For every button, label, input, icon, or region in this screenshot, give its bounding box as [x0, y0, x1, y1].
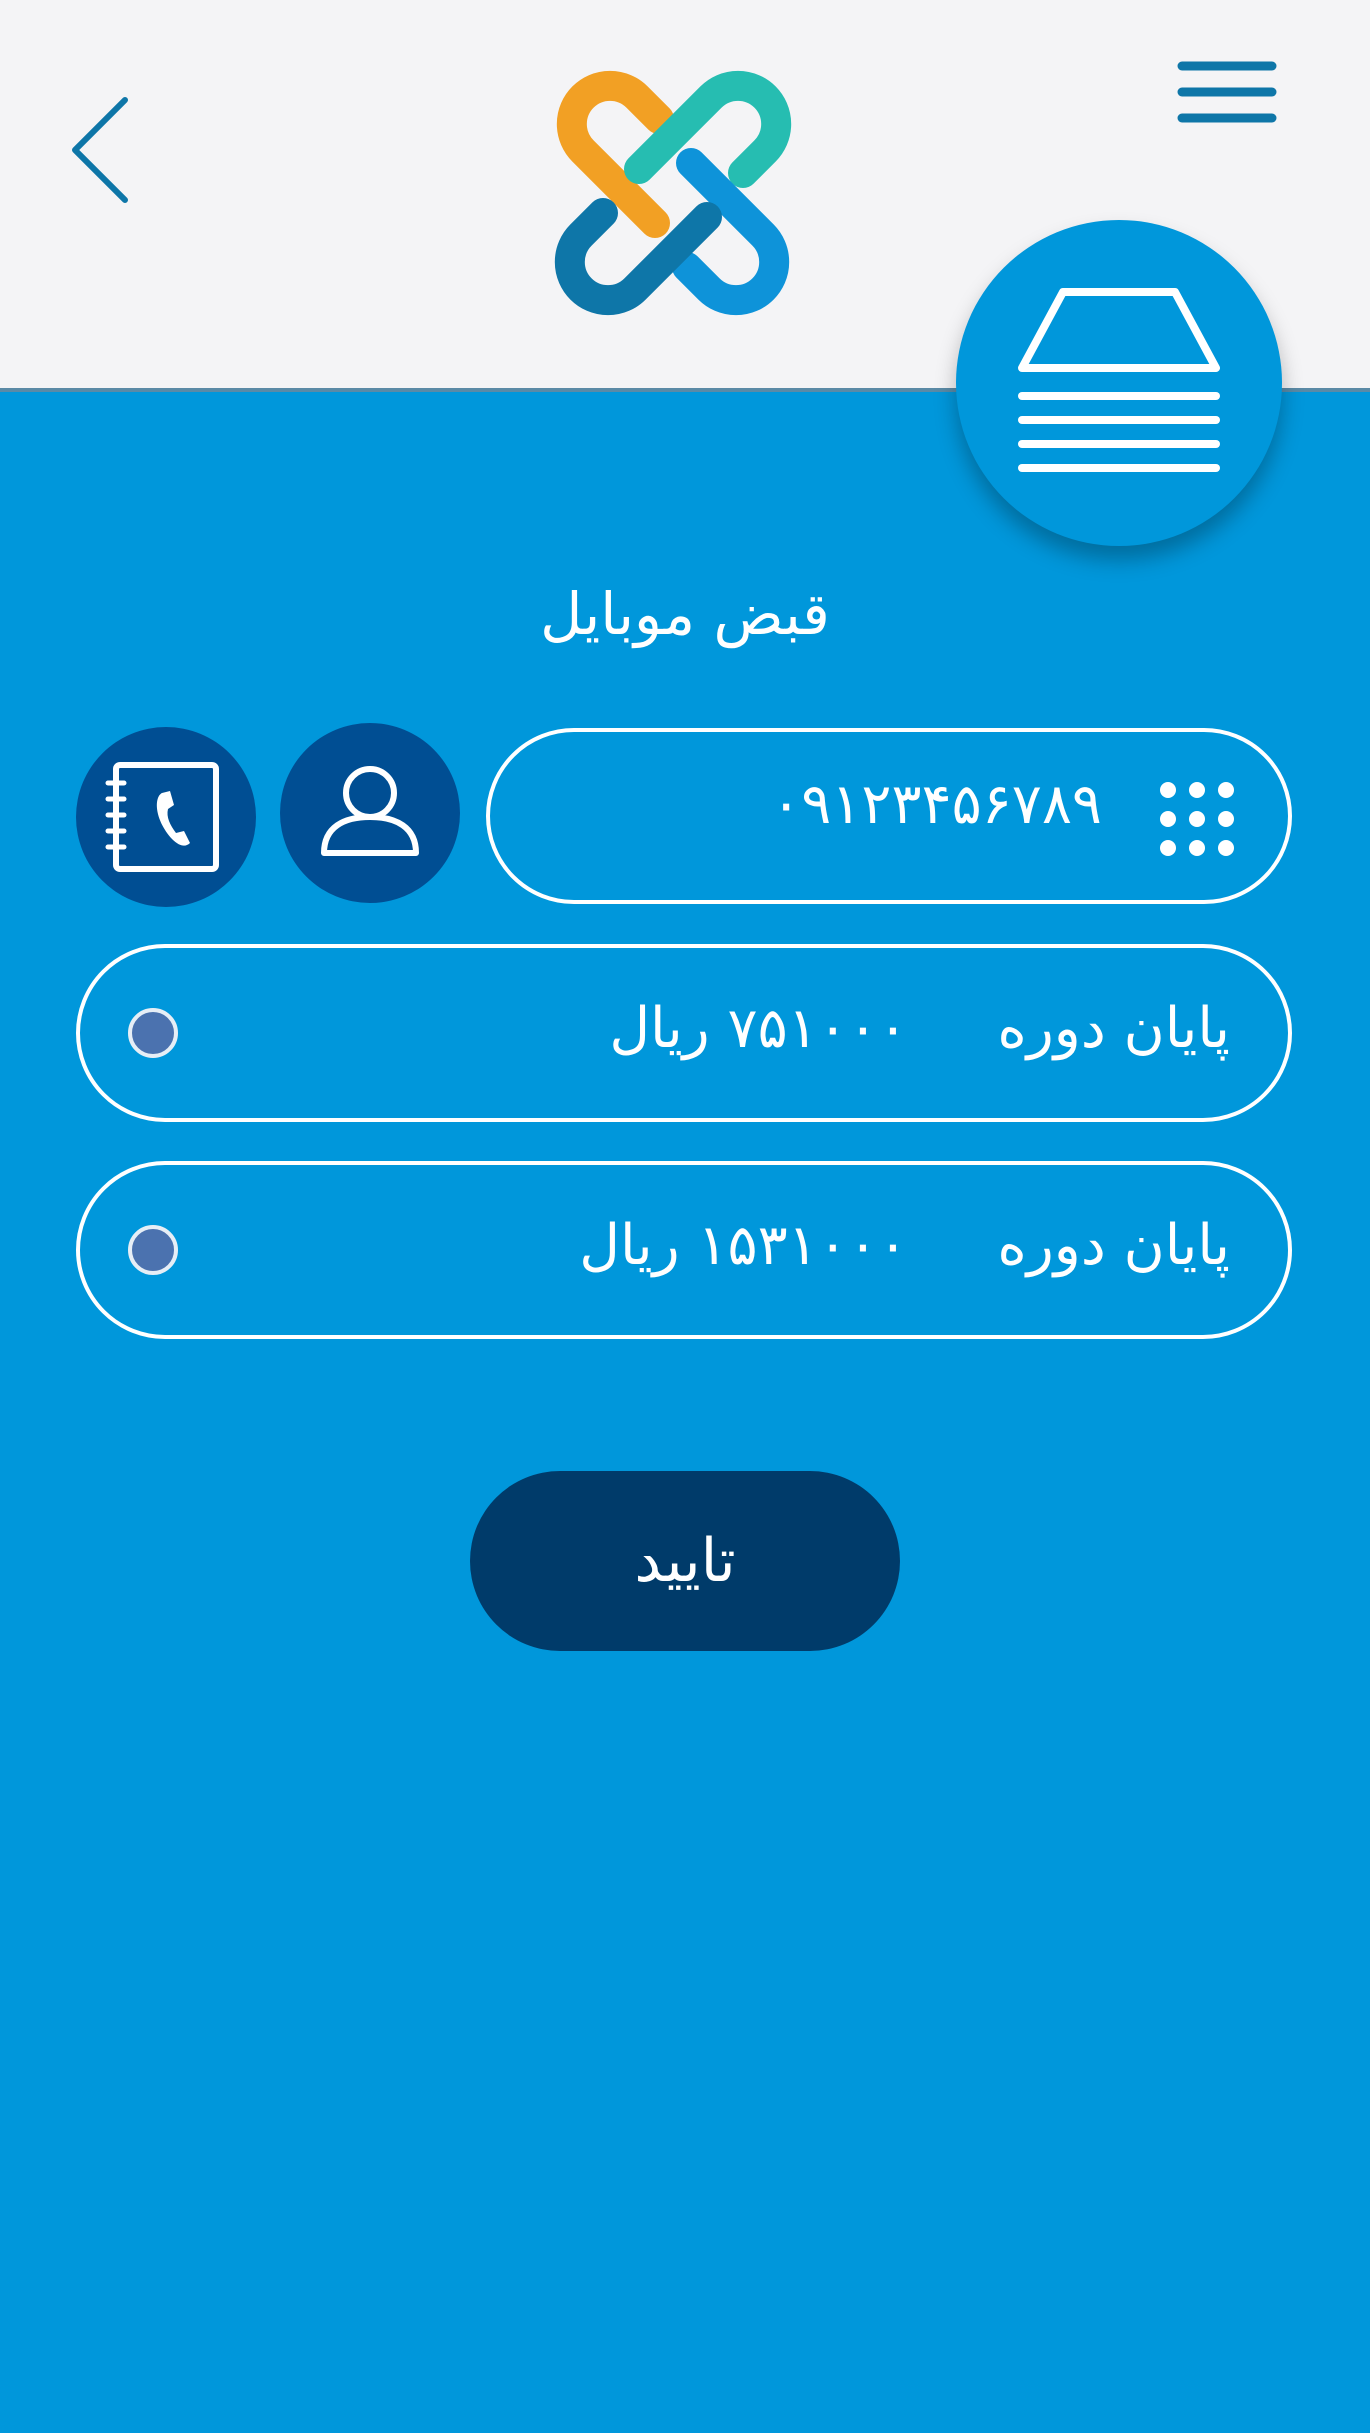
- logo-mark: [554, 70, 792, 316]
- profile-button[interactable]: [280, 723, 460, 903]
- keypad-icon[interactable]: [1158, 780, 1236, 858]
- chevron-left-icon: [72, 97, 128, 203]
- bill-badge: [956, 220, 1282, 546]
- bill-option-1[interactable]: پایان دوره ۷۵۱۰۰۰ ریال: [76, 944, 1292, 1122]
- phone-number-field[interactable]: ۰۹۱۲۳۴۵۶۷۸۹: [486, 728, 1292, 904]
- page-title: قبض موبایل: [540, 580, 830, 648]
- menu-button[interactable]: [1172, 52, 1282, 132]
- contacts-button[interactable]: [76, 727, 256, 907]
- option-amount: ۱۵۳۱۰۰۰ ریال: [579, 1213, 908, 1278]
- bill-receipt-icon: [1018, 288, 1220, 472]
- app-logo: [535, 45, 835, 345]
- radio-button[interactable]: [128, 1225, 178, 1275]
- option-label: پایان دوره: [997, 1213, 1230, 1278]
- hamburger-menu-icon: [1177, 61, 1277, 123]
- phone-number-value: ۰۹۱۲۳۴۵۶۷۸۹: [771, 772, 1102, 837]
- option-label: پایان دوره: [997, 996, 1230, 1061]
- user-icon: [321, 766, 419, 856]
- radio-button[interactable]: [128, 1008, 178, 1058]
- bill-option-2[interactable]: پایان دوره ۱۵۳۱۰۰۰ ریال: [76, 1161, 1292, 1339]
- back-button[interactable]: [60, 90, 140, 210]
- phonebook-icon: [105, 762, 219, 872]
- option-amount: ۷۵۱۰۰۰ ریال: [609, 996, 908, 1061]
- confirm-button[interactable]: تایید: [470, 1471, 900, 1651]
